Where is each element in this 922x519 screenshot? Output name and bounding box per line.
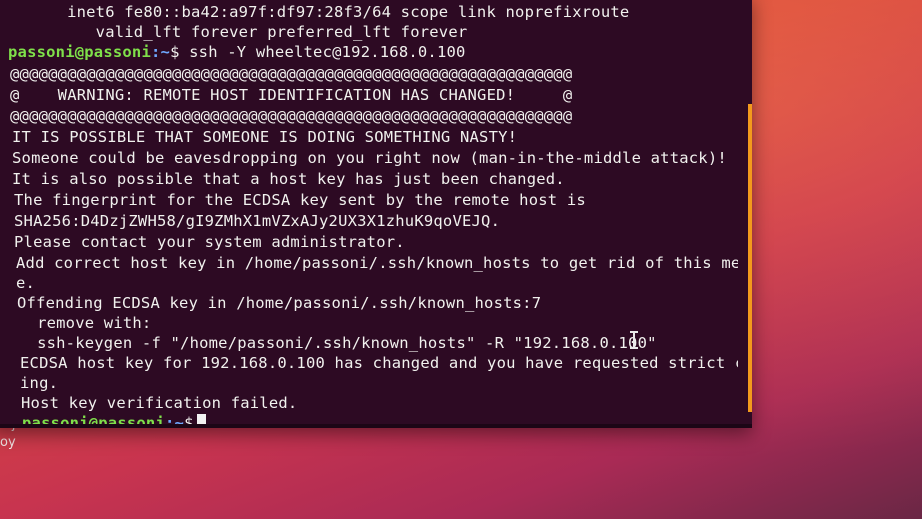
terminal-line: Host key verification failed. — [21, 394, 298, 412]
warning-border: @@@@@@@@@@@@@@@@@@@@@@@@@@@@@@@@@@@@@@@@… — [10, 65, 573, 83]
command-line: passoni@passoni:~$ ssh -Y wheeltec@192.1… — [8, 42, 466, 62]
terminal-line: inet6 fe80::ba42:a97f:df97:28f3/64 scope… — [48, 3, 630, 21]
terminal-line: ing. — [20, 374, 59, 392]
terminal-line: IT IS POSSIBLE THAT SOMEONE IS DOING SOM… — [12, 128, 518, 146]
terminal-line: Please contact your system administrator… — [14, 233, 405, 251]
terminal-line: valid_lft forever preferred_lft forever — [48, 23, 468, 41]
ibeam-cursor-icon — [630, 331, 638, 349]
terminal-scrollbar[interactable] — [748, 104, 752, 412]
terminal-line: It is also possible that a host key has … — [12, 170, 565, 188]
terminal-line: Someone could be eavesdropping on you ri… — [12, 149, 727, 167]
terminal-line: Add correct host key in /home/passoni/.s… — [16, 254, 738, 272]
terminal-output[interactable]: inet6 fe80::ba42:a97f:df97:28f3/64 scope… — [0, 0, 738, 424]
terminal-line: remove with: — [18, 314, 152, 332]
terminal-line: ssh-keygen -f "/home/passoni/.ssh/known_… — [18, 334, 657, 352]
prompt-user: passoni@passoni — [22, 414, 165, 424]
prompt-user: passoni@passoni — [8, 43, 151, 61]
warning-border: @@@@@@@@@@@@@@@@@@@@@@@@@@@@@@@@@@@@@@@@… — [10, 107, 573, 125]
side-fragment: oy — [0, 435, 16, 450]
terminal-window[interactable]: inet6 fe80::ba42:a97f:df97:28f3/64 scope… — [0, 0, 752, 428]
terminal-line: e. — [16, 274, 36, 292]
prompt-path: :~ — [164, 414, 185, 424]
ssh-command: ssh -Y wheeltec@192.168.0.100 — [179, 43, 466, 61]
terminal-line: ECDSA host key for 192.168.0.100 has cha… — [20, 354, 738, 372]
prompt-symbol: $ — [170, 43, 180, 61]
terminal-line: Offending ECDSA key in /home/passoni/.ss… — [17, 294, 542, 312]
terminal-line: The fingerprint for the ECDSA key sent b… — [14, 191, 586, 209]
current-prompt-line[interactable]: passoni@passoni:~$ — [22, 413, 206, 424]
warning-title: @ WARNING: REMOTE HOST IDENTIFICATION HA… — [10, 86, 573, 104]
prompt-path: :~ — [150, 43, 171, 61]
fingerprint-line: SHA256:D4DzjZWH58/gI9ZMhX1mVZxAJy2UX3X1z… — [14, 212, 501, 230]
text-cursor — [196, 414, 206, 424]
prompt-symbol: $ — [184, 414, 194, 424]
